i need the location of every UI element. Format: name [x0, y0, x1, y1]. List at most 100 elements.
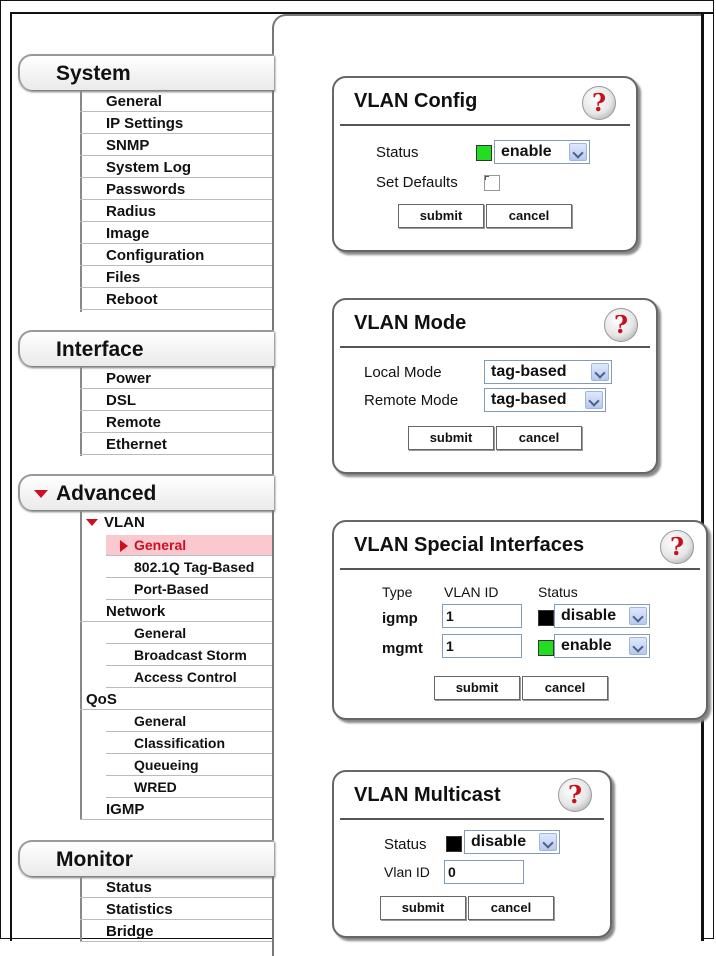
- nav-item-system-log[interactable]: System Log: [80, 157, 272, 178]
- remote-mode-label: Remote Mode: [364, 392, 459, 409]
- vlan-id-input[interactable]: 0: [444, 860, 524, 884]
- remote-mode-select[interactable]: tag-based: [484, 388, 606, 412]
- row-type: mgmt: [382, 640, 423, 657]
- vlan-id-input[interactable]: 1: [442, 604, 522, 628]
- select-value: tag-based: [491, 391, 567, 408]
- nav-section-label: Monitor: [56, 848, 133, 871]
- submit-button[interactable]: submit: [408, 426, 494, 450]
- nav-item-radius[interactable]: Radius: [80, 201, 272, 222]
- chevron-down-icon[interactable]: [629, 607, 647, 625]
- selected-arrow-icon: [120, 540, 128, 552]
- column-header-status: Status: [538, 584, 578, 600]
- cancel-button[interactable]: cancel: [468, 896, 554, 920]
- nav-item-label: WRED: [134, 779, 177, 795]
- nav-item-qos[interactable]: QoS: [80, 689, 272, 710]
- nav-item-classification[interactable]: Classification: [106, 733, 272, 754]
- cancel-button[interactable]: cancel: [486, 204, 572, 228]
- nav-section-monitor[interactable]: Monitor: [18, 840, 274, 876]
- nav-item-label: IGMP: [106, 801, 145, 818]
- status-select[interactable]: enable: [554, 634, 650, 658]
- nav-item-statistics[interactable]: Statistics: [80, 899, 272, 920]
- expanded-triangle-icon: [86, 519, 98, 526]
- nav-item-power[interactable]: Power: [80, 368, 272, 389]
- nav-item-passwords[interactable]: Passwords: [80, 179, 272, 200]
- panel-title: VLAN Config: [354, 90, 478, 112]
- nav-item-files[interactable]: Files: [80, 267, 272, 288]
- set-defaults-checkbox[interactable]: [484, 175, 500, 191]
- nav-item-queueing[interactable]: Queueing: [106, 755, 272, 776]
- nav-item-label: Configuration: [106, 247, 205, 264]
- nav-item-igmp[interactable]: IGMP: [80, 799, 272, 820]
- nav-item-network[interactable]: Network: [80, 601, 272, 622]
- status-select[interactable]: disable: [464, 830, 560, 854]
- nav-item-image[interactable]: Image: [80, 223, 272, 244]
- nav-item-label: Queueing: [134, 757, 199, 773]
- submit-button[interactable]: submit: [398, 204, 484, 228]
- cancel-button[interactable]: cancel: [496, 426, 582, 450]
- panel-divider: [340, 346, 650, 348]
- nav-item-remote[interactable]: Remote: [80, 412, 272, 433]
- help-icon[interactable]: ?: [582, 86, 616, 120]
- frame-right-border: [701, 12, 704, 941]
- nav-item-8021q-tag-based[interactable]: 802.1Q Tag-Based: [106, 557, 272, 578]
- nav-item-access-control[interactable]: Access Control: [106, 667, 272, 688]
- nav-item-bridge[interactable]: Bridge: [80, 921, 272, 942]
- nav-item-ip-settings[interactable]: IP Settings: [80, 113, 272, 134]
- nav-item-network-general[interactable]: General: [106, 623, 272, 644]
- nav-item-label: General: [106, 93, 162, 110]
- help-icon[interactable]: ?: [558, 778, 592, 812]
- nav-item-label: SNMP: [106, 137, 150, 154]
- nav-item-label: Access Control: [134, 669, 237, 685]
- status-label: Status: [376, 144, 419, 161]
- vlan-special-interfaces-panel: VLAN Special Interfaces ? Type VLAN ID S…: [332, 520, 708, 720]
- column-header-type: Type: [382, 584, 413, 600]
- nav-item-vlan-general[interactable]: General: [106, 535, 272, 556]
- chevron-down-icon[interactable]: [591, 363, 609, 381]
- nav-item-broadcast-storm[interactable]: Broadcast Storm: [106, 645, 272, 666]
- nav-item-label: General: [134, 625, 187, 641]
- nav-item-wred[interactable]: WRED: [106, 777, 272, 798]
- vlan-id-input[interactable]: 1: [442, 634, 522, 658]
- submit-button[interactable]: submit: [380, 896, 466, 920]
- nav-item-port-based[interactable]: Port-Based: [106, 579, 272, 600]
- nav-item-label: Status: [106, 879, 152, 896]
- local-mode-select[interactable]: tag-based: [484, 360, 612, 384]
- help-icon[interactable]: ?: [604, 308, 638, 342]
- panel-title: VLAN Mode: [354, 312, 467, 334]
- nav-group-line: [80, 510, 82, 820]
- nav-item-label: General: [134, 537, 187, 553]
- nav-item-configuration[interactable]: Configuration: [80, 245, 272, 266]
- cancel-button[interactable]: cancel: [522, 676, 608, 700]
- expanded-triangle-icon: [34, 490, 48, 498]
- chevron-down-icon[interactable]: [629, 637, 647, 655]
- nav-item-ethernet[interactable]: Ethernet: [80, 434, 272, 455]
- status-select[interactable]: enable: [494, 140, 590, 164]
- chevron-down-icon[interactable]: [585, 391, 603, 409]
- nav-item-vlan[interactable]: VLAN: [86, 513, 272, 534]
- nav-item-label: Image: [106, 225, 150, 242]
- nav-item-label: VLAN: [104, 514, 145, 531]
- nav-item-label: 802.1Q Tag-Based: [134, 559, 255, 575]
- nav-item-status[interactable]: Status: [80, 877, 272, 898]
- help-icon[interactable]: ?: [660, 530, 694, 564]
- nav-section-advanced[interactable]: Advanced: [18, 474, 274, 510]
- nav-item-snmp[interactable]: SNMP: [80, 135, 272, 156]
- nav-item-dsl[interactable]: DSL: [80, 390, 272, 411]
- nav-item-reboot[interactable]: Reboot: [80, 289, 272, 310]
- nav-item-label: Classification: [134, 735, 226, 751]
- status-select[interactable]: disable: [554, 604, 650, 628]
- status-indicator: [446, 836, 462, 852]
- nav-item-qos-general[interactable]: General: [106, 711, 272, 732]
- select-value: disable: [471, 833, 527, 850]
- nav-item-label: Reboot: [106, 291, 158, 308]
- chevron-down-icon[interactable]: [539, 833, 557, 851]
- nav-section-system[interactable]: System: [18, 54, 274, 90]
- nav-item-system-general[interactable]: General: [80, 91, 272, 112]
- column-header-vlan-id: VLAN ID: [444, 584, 499, 600]
- nav-item-label: Statistics: [106, 901, 173, 918]
- status-indicator: [538, 640, 554, 656]
- submit-button[interactable]: submit: [434, 676, 520, 700]
- local-mode-label: Local Mode: [364, 364, 442, 381]
- nav-section-interface[interactable]: Interface: [18, 330, 274, 366]
- chevron-down-icon[interactable]: [569, 143, 587, 161]
